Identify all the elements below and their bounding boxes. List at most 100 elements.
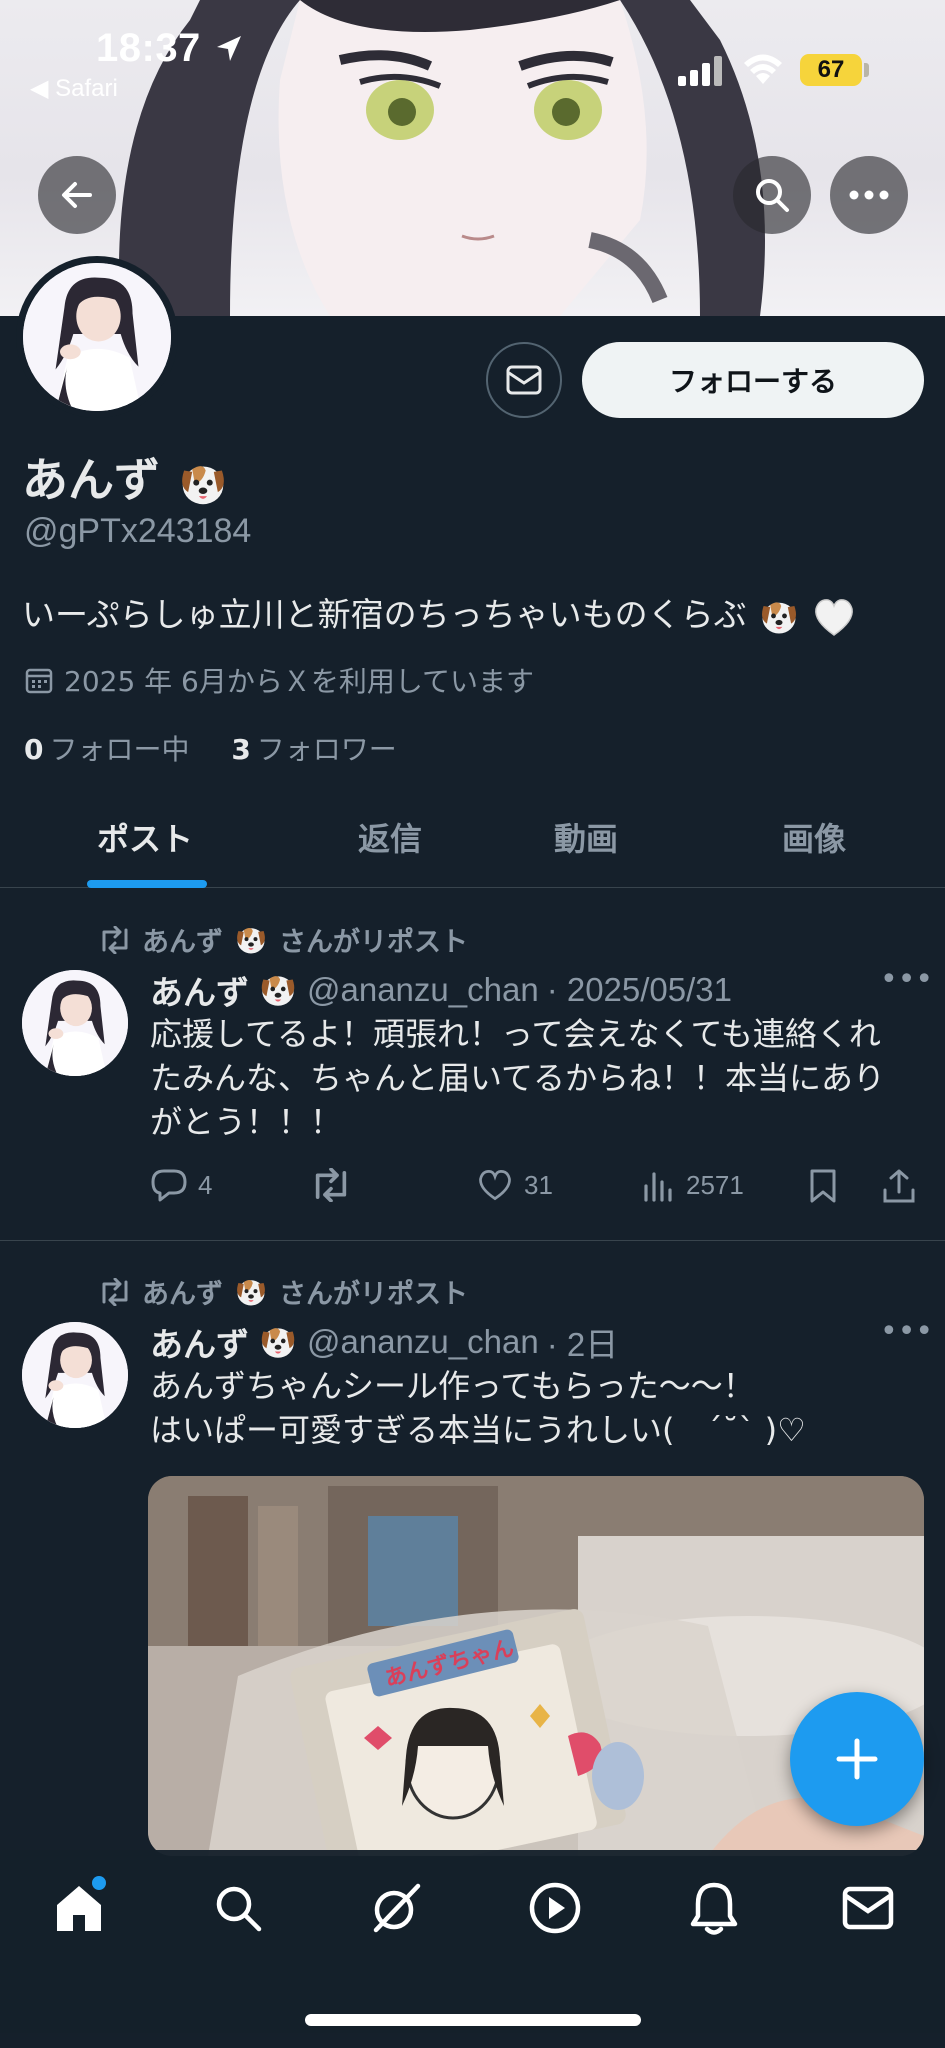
analytics-icon (644, 1172, 672, 1202)
post-author-avatar[interactable] (22, 1322, 128, 1428)
reply-count: 4 (198, 1169, 213, 1200)
cellular-signal-icon (678, 56, 722, 86)
tab-videos[interactable]: 動画 (554, 814, 618, 860)
heart-icon (479, 1170, 511, 1201)
post-text-line: はいぱー可愛すぎる本当にうれしい( ´˘` )♡ (150, 1411, 806, 1449)
profile-avatar[interactable] (16, 256, 178, 418)
dog-face-icon (757, 595, 801, 639)
joined-text: 2025 年 6月からＸを利用しています (64, 665, 535, 698)
search-button[interactable] (733, 156, 811, 234)
display-name: あんず (22, 444, 230, 511)
following-label: フォロー中 (49, 733, 190, 766)
repost-indicator: あんず さんがリポスト (98, 1272, 468, 1311)
follow-button[interactable]: フォローする (582, 342, 924, 418)
nav-search[interactable] (208, 1878, 268, 1938)
dog-face-icon (176, 457, 230, 511)
white-heart-icon (814, 598, 853, 636)
home-indicator[interactable] (305, 2014, 641, 2026)
nav-grok[interactable] (366, 1878, 426, 1938)
repost-label: さんがリポスト (279, 927, 468, 958)
mail-icon (506, 365, 542, 395)
follow-counts: 0 フォロー中 3 フォロワー (24, 728, 397, 768)
post-header: あんず @ananzu_chan · 2日 (150, 1318, 618, 1366)
location-arrow-icon (217, 36, 241, 61)
post-text: あんずちゃんシール作ってもらった〜〜！ はいぱー可愛すぎる本当にうれしい( ´˘… (150, 1364, 910, 1452)
battery-tip (864, 63, 869, 77)
post-actions: 4 31 2571 (150, 1168, 920, 1212)
repost-label: さんがリポスト (279, 1279, 468, 1310)
following-link[interactable]: 0 フォロー中 (24, 733, 190, 766)
profile-handle: @gPTx243184 (24, 512, 252, 550)
share-button[interactable] (882, 1168, 916, 1204)
like-count: 31 (524, 1169, 553, 1200)
repost-name: あんず (142, 1279, 223, 1310)
video-icon (529, 1882, 581, 1934)
repost-indicator: あんず さんがリポスト (98, 920, 468, 959)
bookmark-icon (810, 1169, 836, 1203)
calendar-icon (25, 668, 53, 694)
message-button[interactable] (486, 342, 562, 418)
bio-text: いーぷらしゅ立川と新宿のちっちゃいものくらぶ (22, 595, 747, 634)
post-header: あんず @ananzu_chan · 2025/05/31 (150, 966, 732, 1014)
post-date[interactable]: · 2日 (547, 1318, 619, 1366)
back-button[interactable] (38, 156, 116, 234)
tab-posts[interactable]: ポスト (97, 814, 193, 860)
post-author-avatar[interactable] (22, 970, 128, 1076)
search-icon (216, 1886, 262, 1932)
post-text: 応援してるよ！頑張れ！って会えなくても連絡くれたみんな、ちゃんと届いてるからね！… (150, 1015, 886, 1141)
bookmark-button[interactable] (808, 1168, 838, 1204)
battery-level: 67 (800, 54, 862, 86)
dog-face-icon (257, 969, 299, 1011)
views-button[interactable]: 2571 (642, 1168, 744, 1202)
profile-bio: いーぷらしゅ立川と新宿のちっちゃいものくらぶ (22, 588, 856, 639)
joined-date: 2025 年 6月からＸを利用しています (24, 660, 534, 700)
like-button[interactable]: 31 (476, 1168, 553, 1202)
followers-label: フォロワー (256, 733, 397, 766)
followers-count: 3 (231, 733, 251, 766)
repost-icon (102, 925, 128, 954)
grok-icon (373, 1883, 421, 1933)
arrow-left-icon (62, 182, 92, 208)
compose-post-button[interactable] (790, 1692, 924, 1826)
more-options-button[interactable] (830, 156, 908, 234)
dog-face-icon (257, 1321, 299, 1363)
messages-icon (842, 1886, 894, 1930)
notifications-icon (690, 1882, 738, 1935)
home-unread-dot (92, 1876, 106, 1890)
post-text-line: あんずちゃんシール作ってもらった〜〜！ (150, 1367, 755, 1405)
nav-messages[interactable] (838, 1878, 898, 1938)
active-tab-indicator (87, 880, 207, 888)
repost-name: あんず (142, 927, 223, 958)
repost-icon (315, 1168, 347, 1202)
profile-tabs: ポスト 返信 動画 画像 (0, 796, 945, 888)
repost-icon (102, 1277, 128, 1306)
following-count: 0 (24, 733, 44, 766)
post-more-icon[interactable]: ••• (880, 962, 933, 997)
post-author-name[interactable]: あんず (150, 1318, 249, 1366)
post-author-name[interactable]: あんず (150, 966, 249, 1014)
plus-icon (836, 1738, 878, 1780)
tab-replies[interactable]: 返信 (358, 814, 422, 860)
repost-button[interactable] (310, 1168, 352, 1202)
nav-video[interactable] (525, 1878, 585, 1938)
followers-link[interactable]: 3 フォロワー (231, 733, 397, 766)
reply-icon (151, 1169, 187, 1202)
status-time: 18:37 (96, 26, 201, 70)
status-bar: 18:37 ◀ Safari 67 (0, 0, 945, 103)
nav-notifications[interactable] (684, 1878, 744, 1938)
wifi-icon (744, 54, 782, 84)
tab-images[interactable]: 画像 (782, 814, 846, 860)
display-name-text: あんず (22, 453, 160, 507)
post-author-handle[interactable]: @ananzu_chan (307, 1323, 539, 1361)
back-to-safari[interactable]: ◀ Safari (30, 74, 118, 103)
share-icon (883, 1169, 915, 1203)
reply-button[interactable]: 4 (150, 1168, 212, 1202)
post-date[interactable]: · 2025/05/31 (547, 971, 732, 1009)
more-horizontal-icon (849, 190, 889, 200)
post-divider (0, 1240, 945, 1241)
dog-face-icon (233, 922, 269, 958)
dog-face-icon (233, 1274, 269, 1310)
post-author-handle[interactable]: @ananzu_chan (307, 971, 539, 1009)
post-more-icon[interactable]: ••• (880, 1314, 933, 1349)
search-icon (756, 179, 789, 212)
